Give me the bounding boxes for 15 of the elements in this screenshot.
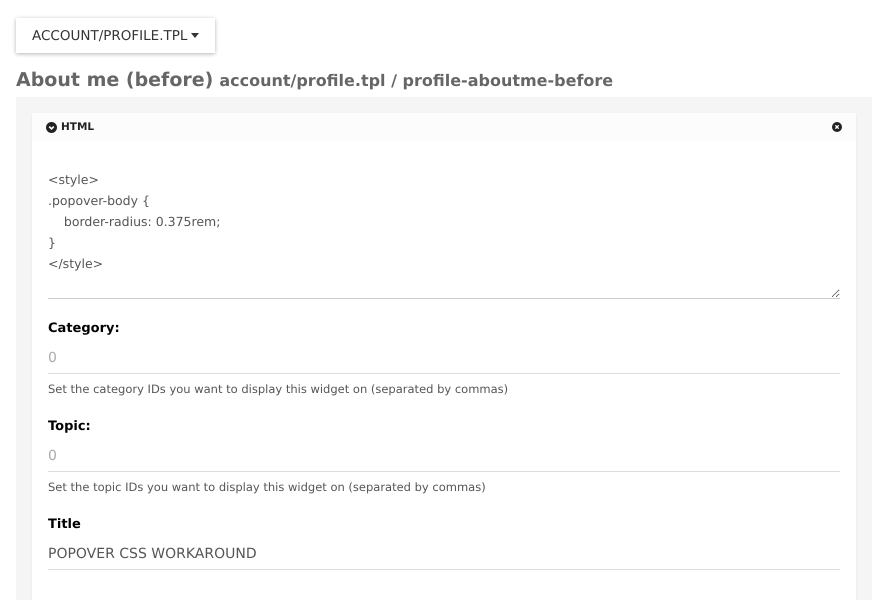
close-icon[interactable] — [832, 122, 842, 132]
input-field[interactable]: 0 — [48, 344, 840, 374]
field-label: Category: — [48, 321, 120, 336]
field-label: Title — [48, 517, 81, 532]
field-label: Topic: — [48, 419, 91, 434]
page-subtitle: account/profile.tpl / profile-aboutme-before — [219, 71, 614, 90]
caret-icon — [191, 33, 200, 38]
input-field[interactable]: POPOVER CSS WORKAROUND — [48, 540, 840, 570]
input-field[interactable]: 0 — [48, 442, 840, 472]
chevron-circle-icon[interactable] — [46, 122, 57, 132]
template-dropdown[interactable]: ACCOUNT/PROFILE.TPL — [16, 18, 216, 53]
widget-title: HTML — [61, 121, 94, 133]
help-text: Set the topic IDs you want to display this widget on (separated by commas) — [48, 480, 486, 494]
page-title: About me (before) — [16, 69, 214, 91]
help-text: Set the category IDs you want to display this widget on (separated by commas) — [48, 382, 508, 396]
